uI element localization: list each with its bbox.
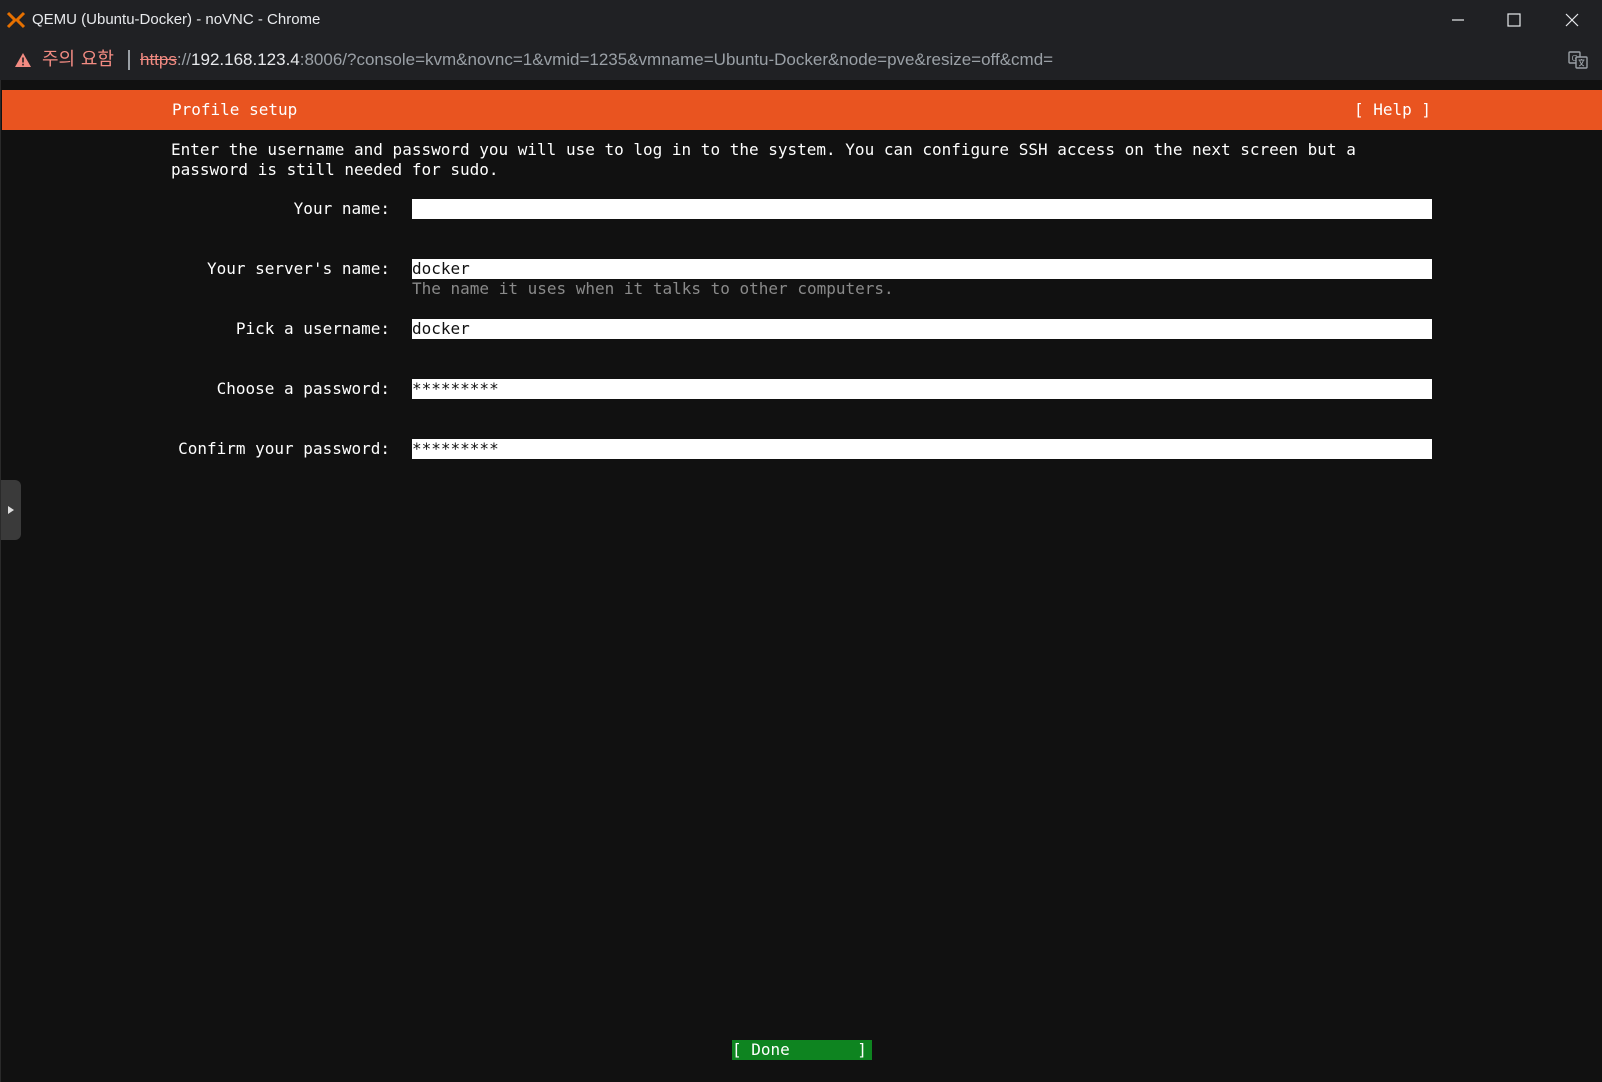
url-scheme: https: [140, 50, 177, 69]
installer-header: Profile setup [ Help ]: [2, 90, 1602, 130]
minimize-button[interactable]: [1430, 0, 1486, 40]
address-separator: [128, 50, 130, 70]
proxmox-x-icon: [6, 11, 26, 29]
maximize-button[interactable]: [1486, 0, 1542, 40]
maximize-icon: [1507, 13, 1521, 27]
server-name-input[interactable]: [412, 259, 1432, 279]
server-name-hint: The name it uses when it talks to other …: [412, 279, 894, 298]
password-input[interactable]: [412, 379, 1432, 399]
security-warning-label[interactable]: 주의 요함: [42, 48, 114, 72]
vnc-console[interactable]: Profile setup [ Help ] Enter the usernam…: [0, 80, 1602, 1082]
url-text[interactable]: https://192.168.123.4:8006/?console=kvm&…: [140, 50, 1053, 70]
url-scheme-separator: ://: [176, 50, 192, 69]
username-label: Pick a username:: [235, 319, 390, 338]
close-button[interactable]: [1544, 0, 1600, 40]
help-button[interactable]: [ Help ]: [1354, 100, 1431, 120]
your-name-label: Your name:: [293, 199, 390, 218]
confirm-password-label: Confirm your password:: [178, 439, 390, 458]
window-title: QEMU (Ubuntu-Docker) - noVNC - Chrome: [32, 11, 321, 28]
password-label: Choose a password:: [216, 379, 390, 398]
done-button[interactable]: [ Done ]: [732, 1040, 872, 1060]
minimize-icon: [1452, 19, 1464, 21]
intro-text: Enter the username and password you will…: [171, 140, 1356, 179]
novnc-control-bar-handle[interactable]: [1, 480, 21, 540]
your-name-input[interactable]: [412, 199, 1432, 219]
chevron-right-icon: [8, 506, 14, 514]
confirm-password-input[interactable]: [412, 439, 1432, 459]
username-input[interactable]: [412, 319, 1432, 339]
close-icon: [1565, 13, 1579, 27]
address-bar[interactable]: 주의 요함 https://192.168.123.4:8006/?consol…: [0, 40, 1602, 80]
translate-icon[interactable]: G: [1568, 51, 1588, 69]
url-path: :8006/?console=kvm&novnc=1&vmid=1235&vmn…: [299, 50, 1054, 69]
page-title: Profile setup: [172, 100, 298, 119]
window-titlebar: QEMU (Ubuntu-Docker) - noVNC - Chrome: [0, 0, 1602, 40]
warning-triangle-icon: [15, 53, 31, 67]
url-host: 192.168.123.4: [191, 50, 300, 69]
server-name-label: Your server's name:: [206, 259, 390, 278]
